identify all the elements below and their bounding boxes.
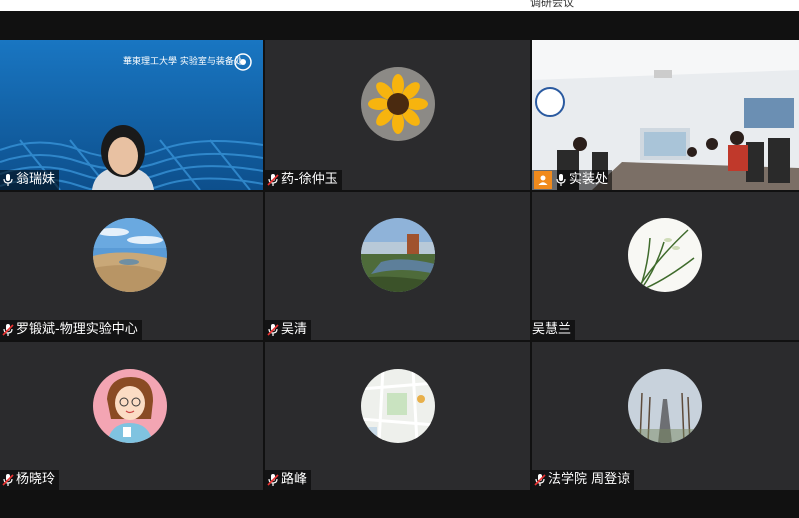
window-title: 调研会议 (530, 0, 574, 9)
participant-name: 吴清 (281, 322, 308, 337)
participant-tile-5[interactable]: 吴清 (265, 192, 530, 340)
slide-banner-text: 華東理工大學 实验室与装备处 (123, 57, 243, 67)
participant-tile-4[interactable]: 罗锻斌-物理实验中心 (0, 192, 263, 340)
participant-avatar (361, 369, 435, 443)
person-icon (534, 171, 552, 189)
participant-name: 法学院 周登谅 (548, 472, 631, 487)
participant-name: 吴慧兰 (532, 322, 572, 337)
participant-name-label: 实装处 (532, 170, 613, 190)
participant-name-label: 法学院 周登谅 (532, 470, 635, 490)
road-image (628, 369, 702, 443)
microphone-muted-icon (267, 174, 279, 186)
map-image (361, 369, 435, 443)
participant-name-label: 杨晓玲 (0, 470, 60, 490)
participant-avatar (628, 369, 702, 443)
participant-avatar (93, 218, 167, 292)
participant-name: 药-徐仲玉 (281, 172, 338, 187)
participant-name: 罗锻斌-物理实验中心 (16, 322, 138, 337)
microphone-icon (556, 174, 566, 186)
window-title-bar: 调研会议 (0, 0, 799, 11)
participant-tile-1[interactable]: 華東理工大學 实验室与装备处 翁瑞妹 (0, 40, 263, 190)
participant-avatar (361, 67, 435, 141)
microphone-muted-icon (267, 474, 279, 486)
participant-name-label: 路峰 (265, 470, 312, 490)
participant-name-label: 药-徐仲玉 (265, 170, 342, 190)
sunflower-image (361, 67, 435, 141)
participant-avatar (361, 218, 435, 292)
participant-name: 实装处 (569, 172, 609, 187)
participant-tile-3[interactable]: 实装处 (532, 40, 799, 190)
participant-tile-7[interactable]: 杨晓玲 (0, 342, 263, 490)
participant-name-label: 吴清 (265, 320, 312, 340)
participant-tile-2[interactable]: 药-徐仲玉 (265, 40, 530, 190)
participant-name: 翁瑞妹 (16, 172, 56, 187)
participant-name-label: 翁瑞妹 (0, 170, 60, 190)
participant-name-label: 罗锻斌-物理实验中心 (0, 320, 142, 340)
participant-tile-9[interactable]: 法学院 周登谅 (532, 342, 799, 490)
meeting-room-video-feed (532, 40, 799, 190)
participant-name: 路峰 (281, 472, 308, 487)
cartoon-girl-image (93, 369, 167, 443)
microphone-muted-icon (534, 474, 546, 486)
participant-name: 杨晓玲 (16, 472, 56, 487)
orchid-image (628, 218, 702, 292)
participant-tile-8[interactable]: 路峰 (265, 342, 530, 490)
landscape-image (361, 218, 435, 292)
participant-tile-6[interactable]: 吴慧兰 (532, 192, 799, 340)
participant-name-label: 吴慧兰 (532, 320, 576, 340)
participant-avatar (628, 218, 702, 292)
microphone-muted-icon (2, 474, 14, 486)
microphone-muted-icon (2, 324, 14, 336)
microphone-icon (3, 174, 13, 186)
microphone-muted-icon (267, 324, 279, 336)
desert-image (93, 218, 167, 292)
participant-avatar (93, 369, 167, 443)
